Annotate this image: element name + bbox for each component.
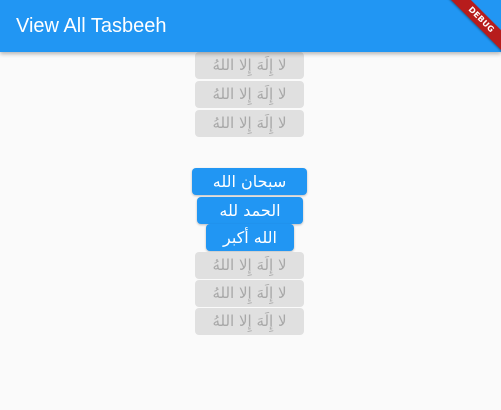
tasbeeh-disabled-button[interactable]: لا إِلَهَ إِلا اللهُ <box>195 308 304 335</box>
tasbeeh-disabled-button[interactable]: لا إِلَهَ إِلا اللهُ <box>195 81 304 108</box>
tasbeeh-subhanallah-button[interactable]: سبحان الله <box>192 168 307 195</box>
page-title: View All Tasbeeh <box>16 15 167 37</box>
app-bar: View All Tasbeeh <box>0 0 501 52</box>
app-screen: View All Tasbeeh DEBUG لا إِلَهَ إِلا ال… <box>0 0 501 410</box>
tasbeeh-alhamdulillah-button[interactable]: الحمد لله <box>197 197 303 224</box>
tasbeeh-allahuakbar-button[interactable]: الله أكبر <box>206 224 294 251</box>
tasbeeh-disabled-button[interactable]: لا إِلَهَ إِلا اللهُ <box>195 252 304 279</box>
tasbeeh-disabled-button[interactable]: لا إِلَهَ إِلا اللهُ <box>195 52 304 79</box>
tasbeeh-disabled-button[interactable]: لا إِلَهَ إِلا اللهُ <box>195 110 304 137</box>
tasbeeh-list: لا إِلَهَ إِلا اللهُ لا إِلَهَ إِلا الله… <box>0 52 501 410</box>
tasbeeh-disabled-button[interactable]: لا إِلَهَ إِلا اللهُ <box>195 280 304 307</box>
